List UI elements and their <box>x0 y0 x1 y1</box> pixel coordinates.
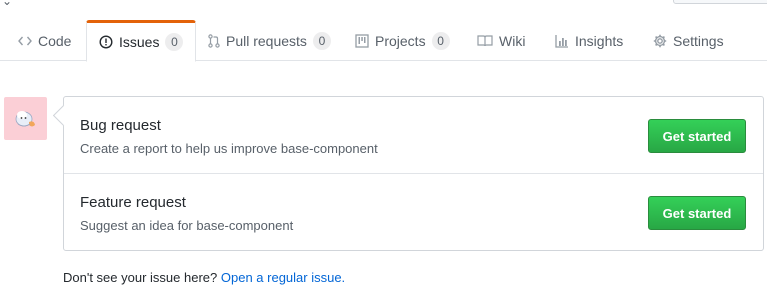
avatar[interactable] <box>4 97 47 140</box>
pull-requests-count-badge: 0 <box>312 31 331 50</box>
top-cutoff-icon: ⌄ <box>2 0 13 8</box>
footer-text: Don't see your issue here? <box>63 270 218 285</box>
issue-opened-icon <box>99 35 113 49</box>
tab-label: Issues <box>119 34 160 50</box>
git-pull-request-icon <box>208 33 220 48</box>
tab-wiki[interactable]: Wiki <box>465 20 537 61</box>
tab-label: Wiki <box>499 32 526 49</box>
tab-settings[interactable]: Settings <box>641 20 736 61</box>
tab-issues[interactable]: Issues 0 <box>86 20 197 62</box>
tab-label: Pull requests <box>226 32 307 49</box>
tab-label: Insights <box>575 32 624 49</box>
tab-insights[interactable]: Insights <box>543 20 635 61</box>
tab-label: Projects <box>375 32 426 49</box>
tab-code[interactable]: Code <box>6 20 83 61</box>
graph-icon <box>555 34 569 48</box>
issue-template-bug: Bug request Create a report to help us i… <box>64 97 763 174</box>
repo-tabnav: Code Issues 0 Pull requests 0 Projects 0… <box>0 20 767 62</box>
template-description: Create a report to help us improve base-… <box>80 141 378 156</box>
open-regular-issue-link[interactable]: Open a regular issue. <box>221 270 345 285</box>
template-title: Bug request <box>80 117 161 134</box>
tab-pull-requests[interactable]: Pull requests 0 <box>196 20 343 61</box>
tab-label: Code <box>38 32 72 49</box>
get-started-button[interactable]: Get started <box>648 196 746 230</box>
code-icon <box>18 35 32 47</box>
tab-projects[interactable]: Projects 0 <box>343 20 462 61</box>
ghost-avatar-icon <box>15 110 35 126</box>
issues-count-badge: 0 <box>165 33 184 51</box>
issue-template-feature: Feature request Suggest an idea for base… <box>64 174 763 251</box>
issue-template-list: Bug request Create a report to help us i… <box>52 96 764 251</box>
get-started-button[interactable]: Get started <box>648 119 746 153</box>
project-icon <box>355 33 369 48</box>
template-description: Suggest an idea for base-component <box>80 218 294 233</box>
tab-label: Settings <box>673 32 724 49</box>
projects-count-badge: 0 <box>431 31 450 50</box>
template-title: Feature request <box>80 194 186 211</box>
book-icon <box>477 34 493 47</box>
footer-note: Don't see your issue here? Open a regula… <box>63 270 345 285</box>
gear-icon <box>653 34 667 48</box>
top-cutoff-button[interactable] <box>673 0 767 4</box>
